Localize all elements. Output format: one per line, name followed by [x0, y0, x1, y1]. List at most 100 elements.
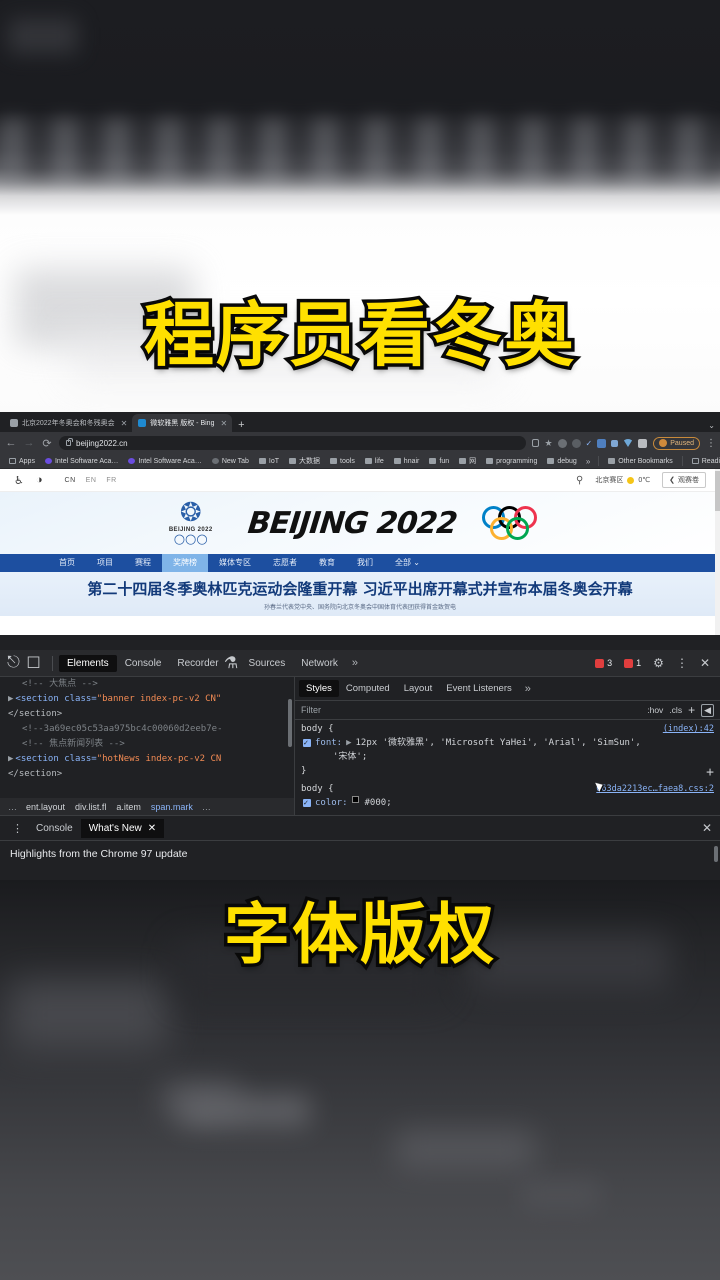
- blue-extension-icon[interactable]: [597, 438, 607, 448]
- funnel-icon[interactable]: [623, 439, 634, 447]
- style-rule-index[interactable]: body { (index):42 font: ▶ 12px '微软雅黑', '…: [295, 720, 720, 780]
- accessibility-icon[interactable]: ♿: [14, 474, 24, 487]
- expand-triangle-icon[interactable]: ▶: [346, 736, 351, 750]
- nav-item-events[interactable]: 项目: [86, 554, 124, 572]
- color-swatch[interactable]: [351, 796, 359, 803]
- bookmark-apps[interactable]: Apps: [4, 458, 40, 465]
- close-icon[interactable]: ✕: [220, 419, 227, 428]
- close-icon[interactable]: ✕: [148, 823, 156, 834]
- lang-en[interactable]: EN: [86, 477, 97, 484]
- sidebar-toggle-icon[interactable]: ◀: [701, 703, 714, 717]
- tab-elements[interactable]: Elements: [59, 654, 117, 672]
- extension-icon[interactable]: [557, 438, 567, 448]
- kebab-menu-icon[interactable]: ⋮: [672, 656, 692, 670]
- warning-badge[interactable]: 1: [620, 657, 645, 669]
- bookmark-folder-tools[interactable]: tools: [325, 458, 360, 465]
- extension-icon[interactable]: [571, 438, 581, 448]
- address-bar[interactable]: beijing2022.cn: [59, 436, 527, 450]
- reading-list-button[interactable]: Reading List: [687, 458, 720, 465]
- style-source-link[interactable]: (index):42: [663, 722, 714, 736]
- bookmark-folder-iot[interactable]: IoT: [254, 458, 284, 465]
- bookmark-folder-bigdata[interactable]: 大数据: [284, 456, 325, 466]
- forward-button[interactable]: →: [23, 437, 35, 449]
- tab-recorder[interactable]: Recorder: [169, 655, 226, 672]
- style-declaration-color[interactable]: color: #000;: [301, 796, 714, 810]
- bookmark-folder-life[interactable]: life: [360, 458, 389, 465]
- page-headline[interactable]: 第二十四届冬季奥林匹克运动会隆重开幕 习近平出席开幕式并宣布本届冬奥会开幕: [10, 579, 710, 599]
- cls-toggle[interactable]: .cls: [669, 705, 682, 715]
- devtools-tabs-overflow-icon[interactable]: »: [346, 657, 364, 669]
- new-style-rule-button[interactable]: +: [688, 703, 695, 717]
- search-icon[interactable]: ⚲: [576, 475, 583, 486]
- tab-event-listeners[interactable]: Event Listeners: [439, 680, 518, 697]
- browser-tab-olympics[interactable]: 北京2022年冬奥会和冬残奥会 ✕: [4, 414, 132, 432]
- breadcrumb-overflow-start[interactable]: …: [4, 802, 21, 812]
- tab-computed[interactable]: Computed: [339, 680, 397, 697]
- dom-node-hotnews[interactable]: ▶ <section class="hotNews index-pc-v2 CN: [0, 752, 294, 767]
- breadcrumb-item-span[interactable]: span.mark: [146, 802, 198, 812]
- breadcrumb-item-layout[interactable]: ent.layout: [21, 802, 70, 812]
- expand-triangle-icon[interactable]: ▶: [8, 754, 13, 764]
- device-toolbar-icon[interactable]: ☐: [26, 655, 41, 672]
- nav-item-all[interactable]: 全部 ⌄: [384, 554, 431, 572]
- tab-console[interactable]: Console: [117, 655, 170, 672]
- window-caret-icon[interactable]: ⌄: [708, 421, 715, 430]
- tab-sources[interactable]: Sources: [241, 655, 294, 672]
- close-icon[interactable]: ✕: [696, 656, 714, 670]
- bookmark-star-icon[interactable]: ★: [544, 438, 552, 448]
- share-icon[interactable]: [532, 439, 540, 447]
- dom-tree-pane[interactable]: <!-- 大焦点 --> ▶ <section class="banner ind…: [0, 677, 294, 815]
- page-subheadline[interactable]: 孙春兰代表党中央、国务院向北京冬奥会中国体育代表团获得首金致贺电: [10, 602, 710, 611]
- browser-tab-bing[interactable]: 微软雅黑 版权 - Bing ✕: [132, 414, 233, 432]
- drawer-scrollbar[interactable]: [714, 846, 718, 862]
- style-rule-css[interactable]: body { 063da2213ec…faea8.css:2 color: #0…: [295, 780, 720, 812]
- bookmark-intel-2[interactable]: Intel Software Aca…: [123, 458, 206, 465]
- style-source-link[interactable]: 063da2213ec…faea8.css:2: [596, 782, 714, 796]
- nav-item-medals[interactable]: 奖牌榜: [162, 554, 208, 572]
- drawer-tab-console[interactable]: Console: [28, 819, 81, 838]
- error-badge[interactable]: 3: [591, 657, 616, 669]
- breadcrumb-item-anchor[interactable]: a.item: [111, 802, 146, 812]
- nav-item-volunteers[interactable]: 志愿者: [262, 554, 308, 572]
- bookmark-folder-net[interactable]: 网: [454, 456, 481, 466]
- nav-item-about[interactable]: 我们: [346, 554, 384, 572]
- watch-games-button[interactable]: ❮ 观赛卷: [662, 472, 706, 488]
- bookmark-folder-debug[interactable]: debug: [542, 458, 581, 465]
- debugger-paused-badge[interactable]: Paused: [653, 436, 700, 450]
- nav-item-media[interactable]: 媒体专区: [208, 554, 262, 572]
- tab-network[interactable]: Network: [293, 655, 346, 672]
- browser-menu-button[interactable]: ⋮: [706, 438, 716, 449]
- bookmark-folder-fun[interactable]: fun: [424, 458, 454, 465]
- bookmarks-overflow-icon[interactable]: »: [582, 457, 594, 466]
- other-bookmarks-button[interactable]: Other Bookmarks: [603, 458, 677, 465]
- declaration-checkbox[interactable]: [303, 736, 311, 750]
- bookmark-folder-programming[interactable]: programming: [481, 458, 542, 465]
- kebab-menu-icon[interactable]: ⋮: [6, 822, 28, 835]
- tab-layout[interactable]: Layout: [397, 680, 440, 697]
- inspect-element-icon[interactable]: ⎋: [6, 654, 21, 671]
- puzzle-icon[interactable]: [638, 438, 648, 448]
- check-icon[interactable]: ✓: [586, 439, 593, 448]
- declaration-value[interactable]: 12px '微软雅黑', 'Microsoft YaHei', 'Arial',…: [356, 736, 641, 750]
- bookmark-folder-hnair[interactable]: hnair: [389, 458, 425, 465]
- styles-tabs-overflow-icon[interactable]: »: [519, 683, 537, 695]
- nav-item-home[interactable]: 首页: [48, 554, 86, 572]
- breadcrumb-item-list[interactable]: div.list.fl: [70, 802, 111, 812]
- new-tab-button[interactable]: +: [238, 419, 244, 431]
- tab-styles[interactable]: Styles: [299, 680, 339, 697]
- lang-fr[interactable]: FR: [106, 477, 116, 484]
- breadcrumb-overflow-end[interactable]: …: [198, 802, 215, 812]
- back-button[interactable]: ←: [5, 437, 17, 449]
- declaration-checkbox[interactable]: [303, 796, 311, 810]
- add-declaration-button[interactable]: +: [706, 766, 714, 780]
- contrast-icon[interactable]: ◑: [36, 474, 43, 486]
- style-declaration-font[interactable]: font: ▶ 12px '微软雅黑', 'Microsoft YaHei', …: [301, 736, 714, 750]
- dom-node-banner[interactable]: ▶ <section class="banner index-pc-v2 CN": [0, 692, 294, 707]
- reload-button[interactable]: ⟳: [41, 437, 53, 450]
- bookmark-intel-1[interactable]: Intel Software Aca…: [40, 458, 123, 465]
- dot-extension-icon[interactable]: [611, 439, 619, 447]
- hov-toggle[interactable]: :hov: [647, 705, 663, 715]
- nav-item-schedule[interactable]: 赛程: [124, 554, 162, 572]
- lang-cn[interactable]: CN: [65, 477, 76, 484]
- nav-item-education[interactable]: 教育: [308, 554, 346, 572]
